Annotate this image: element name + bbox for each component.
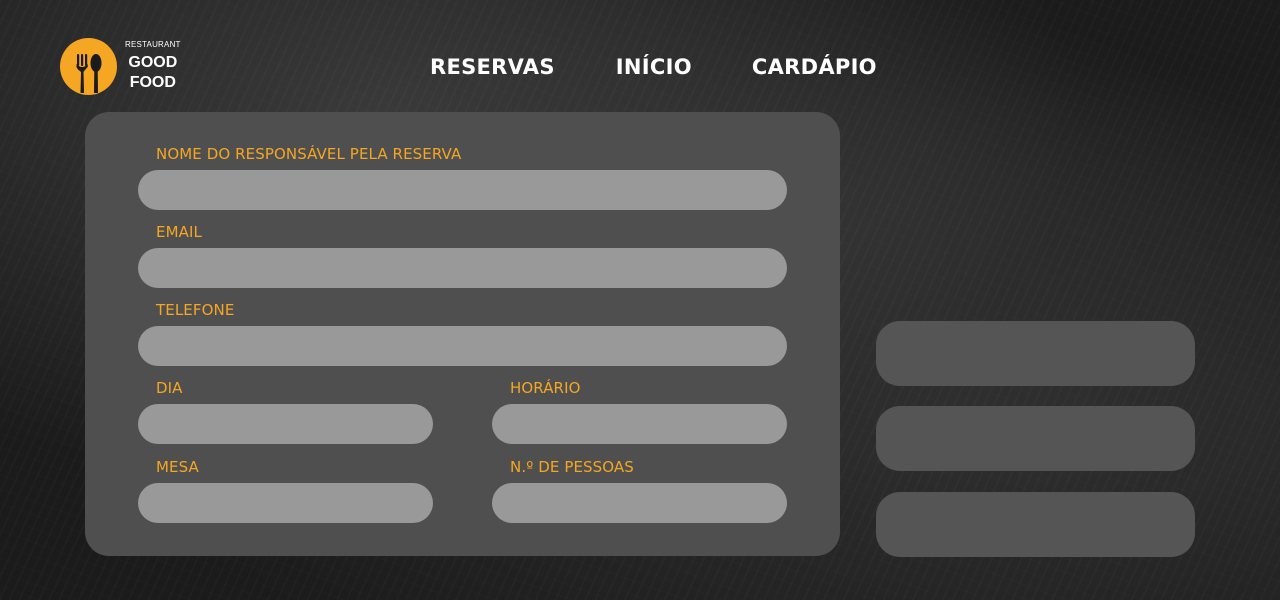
brand-name-line2: FOOD [129,73,176,91]
reservation-form: NOME DO RESPONSÁVEL PELA RESERVA EMAIL T… [85,112,840,556]
nav-link-cardapio[interactable]: CARDÁPIO [752,54,877,80]
mesa-field[interactable] [138,483,433,523]
email-field[interactable] [138,248,787,288]
brand-logo[interactable]: RESTAURANT GOOD FOOD [60,38,181,95]
dia-label: DIA [156,379,183,397]
telefone-label: TELEFONE [156,301,235,319]
nav-link-inicio[interactable]: INÍCIO [616,54,692,80]
telefone-field[interactable] [138,326,787,366]
side-button-1[interactable] [876,321,1195,386]
side-button-3[interactable] [876,492,1195,557]
responsible-name-field[interactable] [138,170,787,210]
nav-link-reservas[interactable]: RESERVAS [430,54,555,80]
mesa-label: MESA [156,458,199,476]
horario-field[interactable] [492,404,787,444]
side-button-2[interactable] [876,406,1195,471]
brand-name-line1: GOOD [128,53,178,71]
horario-label: HORÁRIO [510,379,581,397]
dia-field[interactable] [138,404,433,444]
brand-tagline: RESTAURANT [125,39,181,49]
pessoas-label: N.º DE PESSOAS [510,458,634,476]
brand-wordmark: RESTAURANT GOOD FOOD [125,39,181,93]
email-label: EMAIL [156,223,202,241]
main-nav: RESERVAS INÍCIO CARDÁPIO [430,54,877,80]
fork-spoon-icon [60,38,117,95]
name-label: NOME DO RESPONSÁVEL PELA RESERVA [156,145,462,163]
pessoas-field[interactable] [492,483,787,523]
